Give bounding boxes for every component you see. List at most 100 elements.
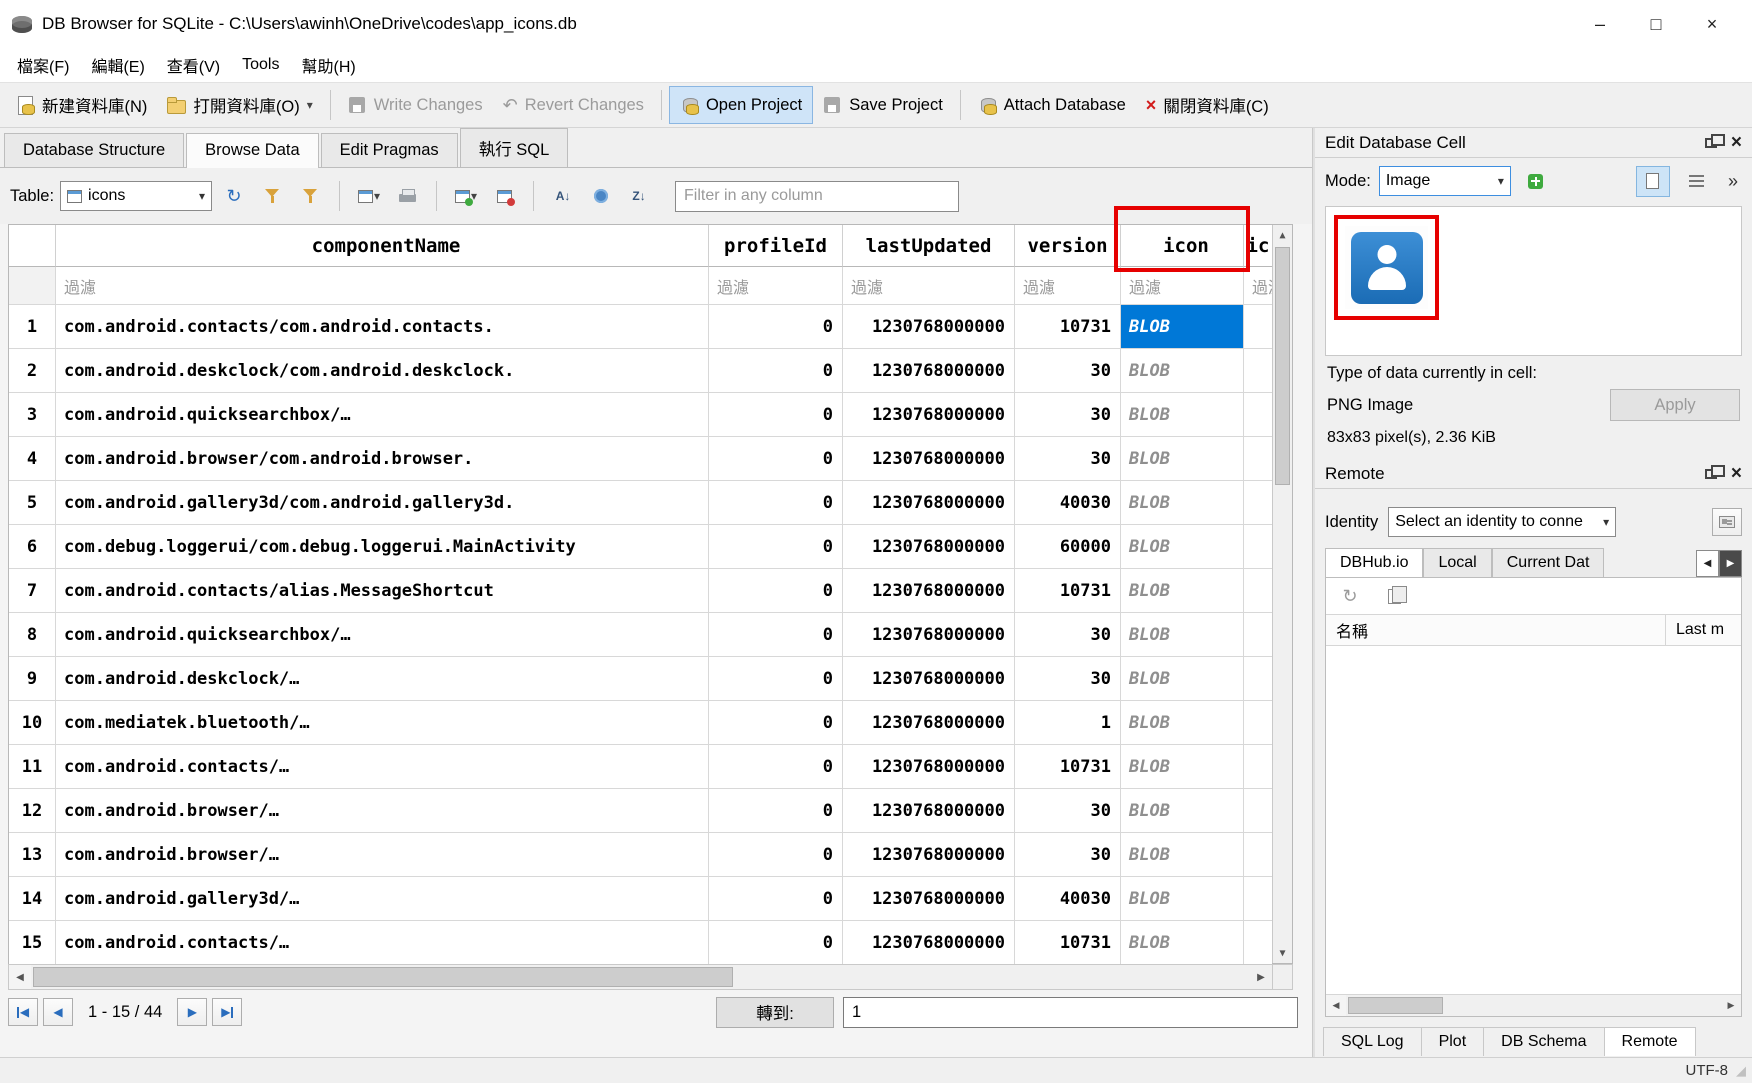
table-row[interactable]: 9com.android.deskclock/…0123076800000030… [9, 657, 1272, 701]
goto-record-input[interactable] [843, 997, 1298, 1028]
tab-execute-sql[interactable]: 執行 SQL [460, 128, 569, 167]
cell-profileid[interactable]: 0 [709, 921, 843, 965]
cell-icon-blob[interactable]: BLOB [1121, 349, 1244, 393]
table-row[interactable]: 6com.debug.loggerui/com.debug.loggerui.M… [9, 525, 1272, 569]
row-number[interactable]: 13 [9, 833, 56, 877]
resize-grip[interactable]: ◢ [1736, 1063, 1746, 1079]
cell-partial[interactable] [1244, 921, 1272, 965]
apply-button[interactable]: Apply [1610, 389, 1740, 421]
remote-column-name[interactable]: 名稱 [1326, 615, 1665, 645]
cell-lastupdated[interactable]: 1230768000000 [843, 569, 1015, 613]
clear-filters-button[interactable] [256, 180, 288, 212]
filter-componentname[interactable]: 過濾 [56, 267, 709, 305]
close-panel-icon[interactable]: × [1731, 133, 1742, 152]
cell-componentname[interactable]: com.android.browser/com.android.browser. [56, 437, 709, 481]
tab-edit-pragmas[interactable]: Edit Pragmas [321, 133, 458, 167]
cell-profileid[interactable]: 0 [709, 393, 843, 437]
cell-icon-blob[interactable]: BLOB [1121, 921, 1244, 965]
cell-partial[interactable] [1244, 393, 1272, 437]
cell-version[interactable]: 30 [1015, 613, 1121, 657]
cell-version[interactable]: 10731 [1015, 569, 1121, 613]
cell-componentname[interactable]: com.debug.loggerui/com.debug.loggerui.Ma… [56, 525, 709, 569]
cell-lastupdated[interactable]: 1230768000000 [843, 657, 1015, 701]
row-number[interactable]: 15 [9, 921, 56, 965]
tab-scroll-left-icon[interactable]: ◀ [1696, 550, 1719, 577]
goto-button[interactable]: 轉到: [716, 997, 834, 1028]
cell-profileid[interactable]: 0 [709, 349, 843, 393]
cell-profileid[interactable]: 0 [709, 789, 843, 833]
cell-partial[interactable] [1244, 305, 1272, 349]
cell-componentname[interactable]: com.android.contacts/alias.MessageShortc… [56, 569, 709, 613]
cell-icon-blob[interactable]: BLOB [1121, 305, 1244, 349]
filter-icon[interactable]: 過濾 [1121, 267, 1244, 305]
cell-version[interactable]: 30 [1015, 833, 1121, 877]
attach-database-button[interactable]: Attach Database [968, 86, 1136, 124]
scroll-left-icon[interactable]: ◀ [9, 965, 31, 989]
new-database-button[interactable]: 新建資料庫(N) [6, 86, 157, 124]
cell-version[interactable]: 30 [1015, 789, 1121, 833]
open-database-button[interactable]: 打開資料庫(O) ▾ [157, 86, 322, 124]
row-number[interactable]: 3 [9, 393, 56, 437]
row-number[interactable]: 4 [9, 437, 56, 481]
table-row[interactable]: 7com.android.contacts/alias.MessageShort… [9, 569, 1272, 613]
filter-any-column-input[interactable] [675, 181, 959, 212]
cell-partial[interactable] [1244, 789, 1272, 833]
cell-icon-blob[interactable]: BLOB [1121, 393, 1244, 437]
encoding-button[interactable] [585, 180, 617, 212]
scroll-down-icon[interactable]: ▼ [1273, 943, 1292, 963]
vertical-scrollbar-thumb[interactable] [1275, 247, 1290, 485]
next-page-button[interactable]: ▶ [177, 998, 207, 1026]
row-number[interactable]: 10 [9, 701, 56, 745]
menu-tools[interactable]: Tools [231, 52, 290, 78]
cell-componentname[interactable]: com.android.deskclock/com.android.deskcl… [56, 349, 709, 393]
cell-profileid[interactable]: 0 [709, 613, 843, 657]
row-number[interactable]: 12 [9, 789, 56, 833]
cell-version[interactable]: 30 [1015, 393, 1121, 437]
save-filter-button[interactable] [294, 180, 326, 212]
cell-componentname[interactable]: com.android.contacts/com.android.contact… [56, 305, 709, 349]
cell-version[interactable]: 60000 [1015, 525, 1121, 569]
first-page-button[interactable]: ◀ [8, 998, 38, 1026]
cell-componentname[interactable]: com.android.browser/… [56, 789, 709, 833]
open-project-button[interactable]: Open Project [669, 86, 813, 124]
cell-profileid[interactable]: 0 [709, 657, 843, 701]
cell-icon-blob[interactable]: BLOB [1121, 437, 1244, 481]
tab-dbhub[interactable]: DBHub.io [1325, 548, 1423, 577]
tab-db-schema[interactable]: DB Schema [1483, 1027, 1604, 1056]
menu-help[interactable]: 幫助(H) [290, 49, 366, 81]
previous-page-button[interactable]: ◀ [43, 998, 73, 1026]
cell-partial[interactable] [1244, 437, 1272, 481]
delete-record-button[interactable] [488, 180, 520, 212]
cell-icon-blob[interactable]: BLOB [1121, 745, 1244, 789]
column-header-version[interactable]: version [1015, 225, 1121, 267]
scroll-right-icon[interactable]: ▶ [1721, 995, 1741, 1016]
cell-profileid[interactable]: 0 [709, 305, 843, 349]
cell-partial[interactable] [1244, 833, 1272, 877]
remote-column-last-modified[interactable]: Last m [1665, 615, 1741, 645]
tab-database-structure[interactable]: Database Structure [4, 133, 184, 167]
cell-componentname[interactable]: com.android.gallery3d/… [56, 877, 709, 921]
print-button[interactable] [391, 180, 423, 212]
cell-componentname[interactable]: com.android.contacts/… [56, 921, 709, 965]
cell-profileid[interactable]: 0 [709, 525, 843, 569]
table-row[interactable]: 11com.android.contacts/…0123076800000010… [9, 745, 1272, 789]
tab-current-database[interactable]: Current Dat [1492, 548, 1605, 577]
cell-icon-blob[interactable]: BLOB [1121, 833, 1244, 877]
refresh-table-button[interactable]: ↻ [218, 180, 250, 212]
menu-view[interactable]: 查看(V) [156, 49, 231, 81]
table-row[interactable]: 1com.android.contacts/com.android.contac… [9, 305, 1272, 349]
tab-scroll-right-icon[interactable]: ▶ [1719, 550, 1742, 577]
cell-lastupdated[interactable]: 1230768000000 [843, 745, 1015, 789]
cell-icon-blob[interactable]: BLOB [1121, 789, 1244, 833]
cell-partial[interactable] [1244, 613, 1272, 657]
cell-version[interactable]: 40030 [1015, 877, 1121, 921]
cell-lastupdated[interactable]: 1230768000000 [843, 393, 1015, 437]
scroll-right-icon[interactable]: ▶ [1250, 965, 1272, 989]
cell-version[interactable]: 40030 [1015, 481, 1121, 525]
filter-lastupdated[interactable]: 過濾 [843, 267, 1015, 305]
cell-version[interactable]: 30 [1015, 437, 1121, 481]
write-changes-button[interactable]: Write Changes [338, 86, 493, 124]
insert-record-button[interactable]: ▾ [450, 180, 482, 212]
row-number[interactable]: 8 [9, 613, 56, 657]
cell-version[interactable]: 30 [1015, 657, 1121, 701]
